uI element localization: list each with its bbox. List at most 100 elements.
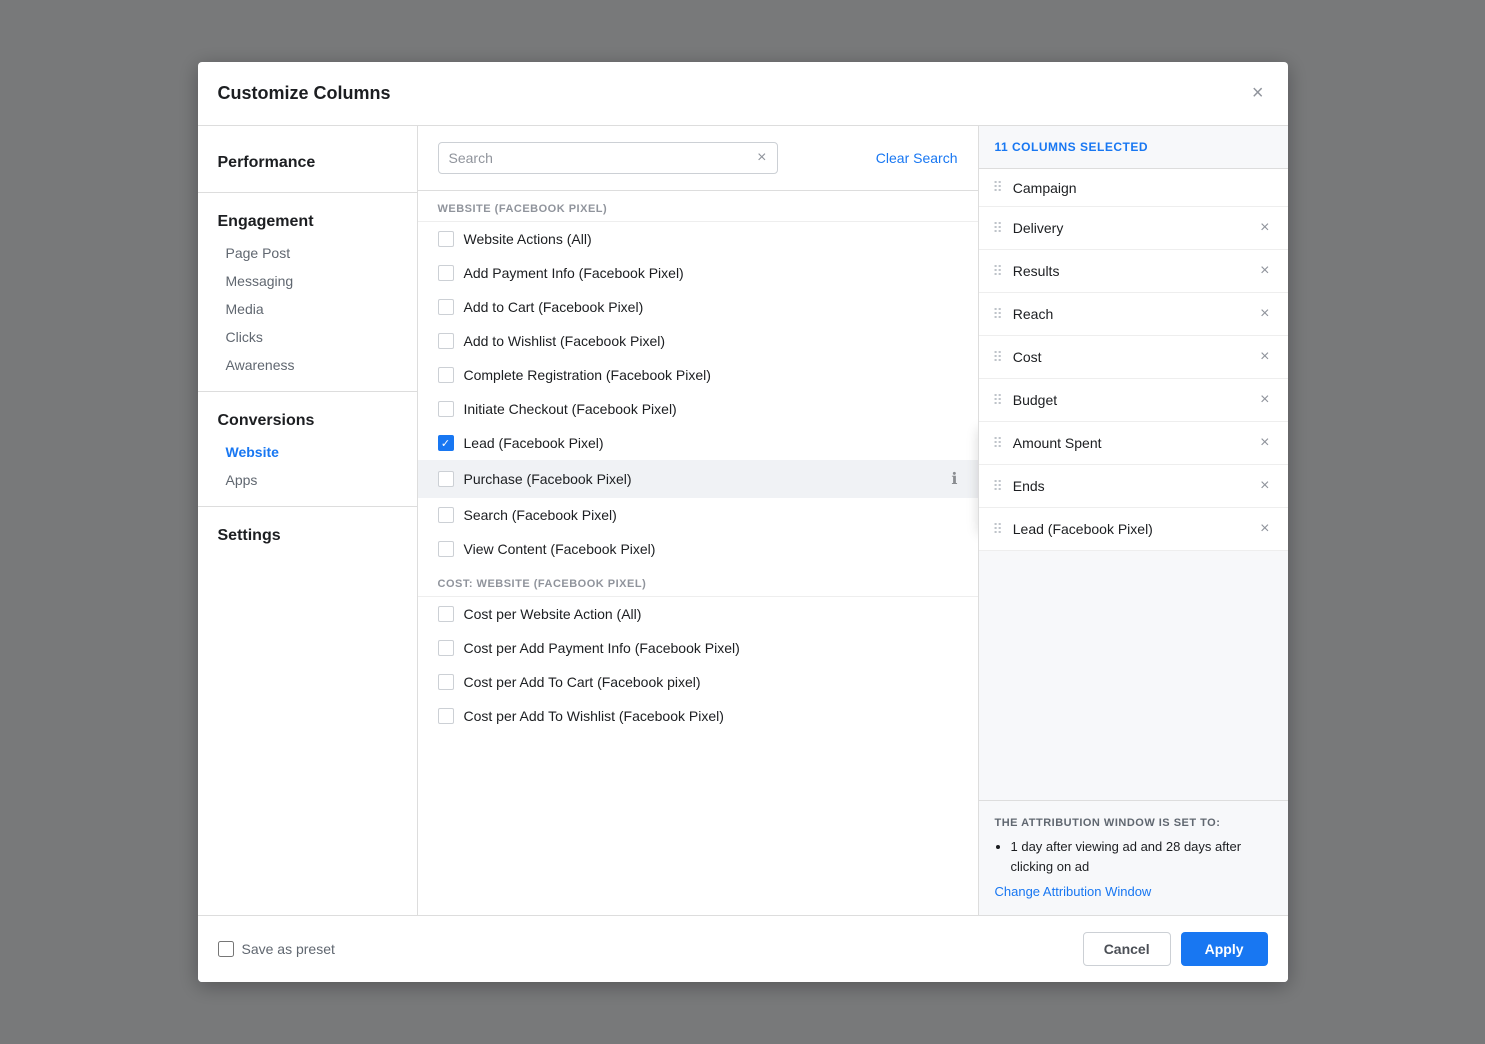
drag-handle-icon[interactable]: ⠿	[993, 220, 1003, 237]
save-preset-wrap: Save as preset	[218, 941, 335, 957]
remove-button[interactable]: ×	[1256, 346, 1273, 368]
right-panel-header: 11 COLUMNS SELECTED	[979, 126, 1288, 169]
column-label: Cost per Add To Cart (Facebook pixel)	[464, 674, 701, 690]
selected-item-label: Cost	[1013, 349, 1256, 365]
drag-handle-icon[interactable]: ⠿	[993, 349, 1003, 366]
list-item[interactable]: ✓ Lead (Facebook Pixel)	[418, 426, 978, 460]
list-item[interactable]: Add Payment Info (Facebook Pixel)	[418, 256, 978, 290]
selected-item-cost: ⠿ Cost ×	[979, 336, 1288, 379]
checkbox-cost-add-cart[interactable]	[438, 674, 454, 690]
remove-button[interactable]: ×	[1256, 389, 1273, 411]
checkbox-cost-add-wishlist[interactable]	[438, 708, 454, 724]
sidebar-section-conversions[interactable]: Conversions	[198, 404, 417, 438]
selected-item-campaign: ⠿ Campaign	[979, 169, 1288, 207]
list-item[interactable]: Cost per Add Payment Info (Facebook Pixe…	[418, 631, 978, 665]
change-attribution-link[interactable]: Change Attribution Window	[995, 884, 1272, 899]
columns-list: WEBSITE (FACEBOOK PIXEL) Website Actions…	[418, 191, 978, 915]
checkbox-complete-registration[interactable]	[438, 367, 454, 383]
sidebar-section-engagement[interactable]: Engagement	[198, 205, 417, 239]
column-label: Initiate Checkout (Facebook Pixel)	[464, 401, 677, 417]
column-label: Purchase (Facebook Pixel)	[464, 471, 632, 487]
sidebar-item-apps[interactable]: Apps	[198, 466, 417, 494]
sidebar-section-settings[interactable]: Settings	[198, 519, 417, 553]
remove-button[interactable]: ×	[1256, 303, 1273, 325]
cancel-button[interactable]: Cancel	[1083, 932, 1171, 966]
columns-selected-label: 11 COLUMNS SELECTED	[995, 140, 1272, 154]
sidebar-item-awareness[interactable]: Awareness	[198, 351, 417, 379]
selected-item-ends: ⠿ Ends ×	[979, 465, 1288, 508]
list-item[interactable]: Cost per Add To Cart (Facebook pixel)	[418, 665, 978, 699]
checkbox-cost-add-payment[interactable]	[438, 640, 454, 656]
drag-handle-icon[interactable]: ⠿	[993, 179, 1003, 196]
list-item[interactable]: Add to Cart (Facebook Pixel)	[418, 290, 978, 324]
checkbox-add-payment[interactable]	[438, 265, 454, 281]
dialog-header: Customize Columns ×	[198, 62, 1288, 126]
checkbox-website-actions[interactable]	[438, 231, 454, 247]
attribution-title: THE ATTRIBUTION WINDOW IS SET TO:	[995, 817, 1272, 829]
checkbox-view-content[interactable]	[438, 541, 454, 557]
dialog-overlay: Customize Columns × Performance Engageme…	[0, 0, 1485, 1044]
remove-button[interactable]: ×	[1256, 260, 1273, 282]
column-label: Cost per Add To Wishlist (Facebook Pixel…	[464, 708, 724, 724]
selected-item-label: Campaign	[1013, 180, 1274, 196]
checkbox-add-wishlist[interactable]	[438, 333, 454, 349]
remove-button[interactable]: ×	[1256, 475, 1273, 497]
checkbox-lead[interactable]: ✓	[438, 435, 454, 451]
selected-item-lead: ⠿ Lead (Facebook Pixel) ×	[979, 508, 1288, 551]
column-label: Lead (Facebook Pixel)	[464, 435, 604, 451]
search-input[interactable]	[449, 150, 754, 166]
clear-search-button[interactable]: Clear Search	[876, 150, 958, 166]
info-icon[interactable]: ℹ	[951, 469, 957, 489]
checkbox-cost-website-action[interactable]	[438, 606, 454, 622]
search-input-wrap: ×	[438, 142, 778, 174]
sidebar-item-clicks[interactable]: Clicks	[198, 323, 417, 351]
list-item-purchase[interactable]: Purchase (Facebook Pixel) ℹ DEFINITION T…	[418, 460, 978, 498]
drag-handle-icon[interactable]: ⠿	[993, 435, 1003, 452]
drag-handle-icon[interactable]: ⠿	[993, 521, 1003, 538]
remove-button[interactable]: ×	[1256, 217, 1273, 239]
column-label: Website Actions (All)	[464, 231, 592, 247]
drag-handle-icon[interactable]: ⠿	[993, 263, 1003, 280]
sidebar-item-page-post[interactable]: Page Post	[198, 239, 417, 267]
website-pixel-section-header: WEBSITE (FACEBOOK PIXEL)	[418, 191, 978, 222]
sidebar-item-website[interactable]: Website	[198, 438, 417, 466]
list-item[interactable]: Search (Facebook Pixel)	[418, 498, 978, 532]
middle-content: × Clear Search WEBSITE (FACEBOOK PIXEL) …	[418, 126, 978, 915]
checkbox-search[interactable]	[438, 507, 454, 523]
sidebar-item-messaging[interactable]: Messaging	[198, 267, 417, 295]
search-clear-icon[interactable]: ×	[757, 149, 766, 167]
checkbox-initiate-checkout[interactable]	[438, 401, 454, 417]
selected-item-results: ⠿ Results ×	[979, 250, 1288, 293]
list-item[interactable]: Cost per Add To Wishlist (Facebook Pixel…	[418, 699, 978, 733]
sidebar-section-performance[interactable]: Performance	[198, 146, 417, 180]
drag-handle-icon[interactable]: ⠿	[993, 478, 1003, 495]
save-preset-label[interactable]: Save as preset	[242, 941, 335, 957]
list-item[interactable]: Website Actions (All)	[418, 222, 978, 256]
list-item[interactable]: Add to Wishlist (Facebook Pixel)	[418, 324, 978, 358]
drag-handle-icon[interactable]: ⠿	[993, 306, 1003, 323]
list-item[interactable]: View Content (Facebook Pixel)	[418, 532, 978, 566]
column-label: Cost per Add Payment Info (Facebook Pixe…	[464, 640, 740, 656]
checkbox-add-cart[interactable]	[438, 299, 454, 315]
save-preset-checkbox[interactable]	[218, 941, 234, 957]
column-label: View Content (Facebook Pixel)	[464, 541, 656, 557]
drag-handle-icon[interactable]: ⠿	[993, 392, 1003, 409]
close-button[interactable]: ×	[1248, 78, 1268, 109]
sidebar-item-media[interactable]: Media	[198, 295, 417, 323]
checkbox-purchase[interactable]	[438, 471, 454, 487]
sidebar: Performance Engagement Page Post Messagi…	[198, 126, 418, 915]
list-item[interactable]: Complete Registration (Facebook Pixel)	[418, 358, 978, 392]
attribution-section: THE ATTRIBUTION WINDOW IS SET TO: 1 day …	[979, 800, 1288, 915]
selected-item-label: Reach	[1013, 306, 1256, 322]
selected-item-delivery: ⠿ Delivery ×	[979, 207, 1288, 250]
remove-button[interactable]: ×	[1256, 432, 1273, 454]
apply-button[interactable]: Apply	[1181, 932, 1268, 966]
column-label: Add to Cart (Facebook Pixel)	[464, 299, 644, 315]
dialog-title: Customize Columns	[218, 83, 391, 104]
remove-button[interactable]: ×	[1256, 518, 1273, 540]
selected-item-label: Amount Spent	[1013, 435, 1256, 451]
list-item[interactable]: Cost per Website Action (All)	[418, 597, 978, 631]
list-item[interactable]: Initiate Checkout (Facebook Pixel)	[418, 392, 978, 426]
selected-item-label: Results	[1013, 263, 1256, 279]
selected-item-amount-spent: ⠿ Amount Spent ×	[979, 422, 1288, 465]
